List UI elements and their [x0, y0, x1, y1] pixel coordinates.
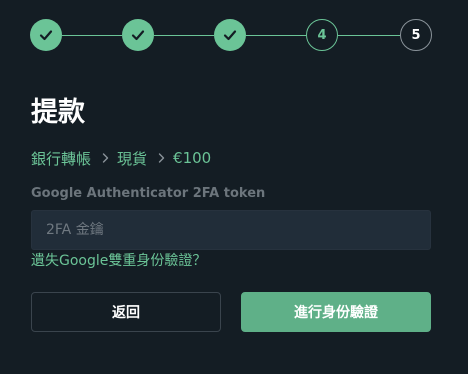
step-2-completed: [122, 19, 154, 51]
breadcrumb-method: 銀行轉帳: [31, 149, 92, 168]
verify-identity-button[interactable]: 進行身份驗證: [241, 292, 431, 332]
chevron-right-icon: [102, 153, 109, 163]
step-connector: [338, 34, 400, 36]
lost-2fa-link[interactable]: 遺失Google雙重身份驗證？: [31, 251, 206, 271]
step-number: 4: [317, 27, 327, 43]
progress-stepper: 4 5: [30, 19, 432, 51]
token-field-label: Google Authenticator 2FA token: [31, 186, 266, 201]
breadcrumb-account: 現貨: [117, 149, 148, 168]
step-connector: [154, 34, 214, 36]
chevron-right-icon: [158, 153, 165, 163]
breadcrumb-amount: €100: [173, 149, 212, 167]
checkmark-icon: [130, 27, 146, 43]
checkmark-icon: [222, 27, 238, 43]
back-button[interactable]: 返回: [31, 292, 221, 332]
step-connector: [62, 34, 122, 36]
checkmark-icon: [38, 27, 54, 43]
step-connector: [246, 34, 306, 36]
step-4-current: 4: [306, 19, 338, 51]
page-title: 提款: [31, 97, 85, 128]
breadcrumb: 銀行轉帳 現貨 €100: [31, 148, 211, 168]
2fa-token-input[interactable]: [31, 210, 431, 250]
step-number: 5: [411, 27, 421, 43]
step-5-pending: 5: [400, 19, 432, 51]
step-3-completed: [214, 19, 246, 51]
step-1-completed: [30, 19, 62, 51]
